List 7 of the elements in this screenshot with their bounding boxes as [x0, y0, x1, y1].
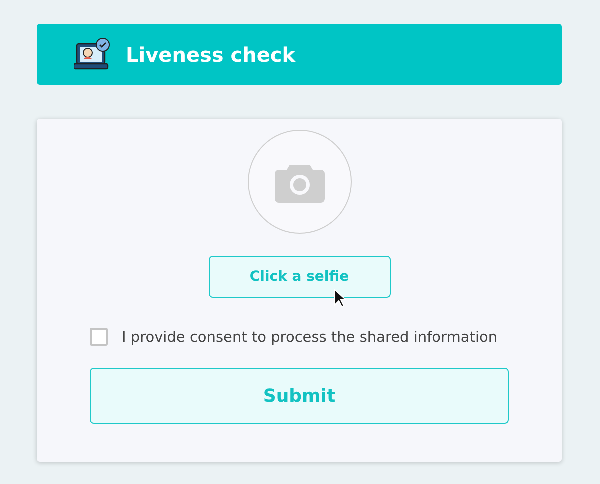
submit-button[interactable]: Submit [90, 368, 509, 424]
consent-label: I provide consent to process the shared information [122, 329, 498, 348]
page-title: Liveness check [126, 42, 296, 66]
laptop-user-icon [74, 38, 112, 72]
cursor-icon [334, 289, 346, 308]
selfie-button[interactable]: Click a selfie [208, 256, 390, 298]
consent-checkbox[interactable] [90, 328, 108, 346]
